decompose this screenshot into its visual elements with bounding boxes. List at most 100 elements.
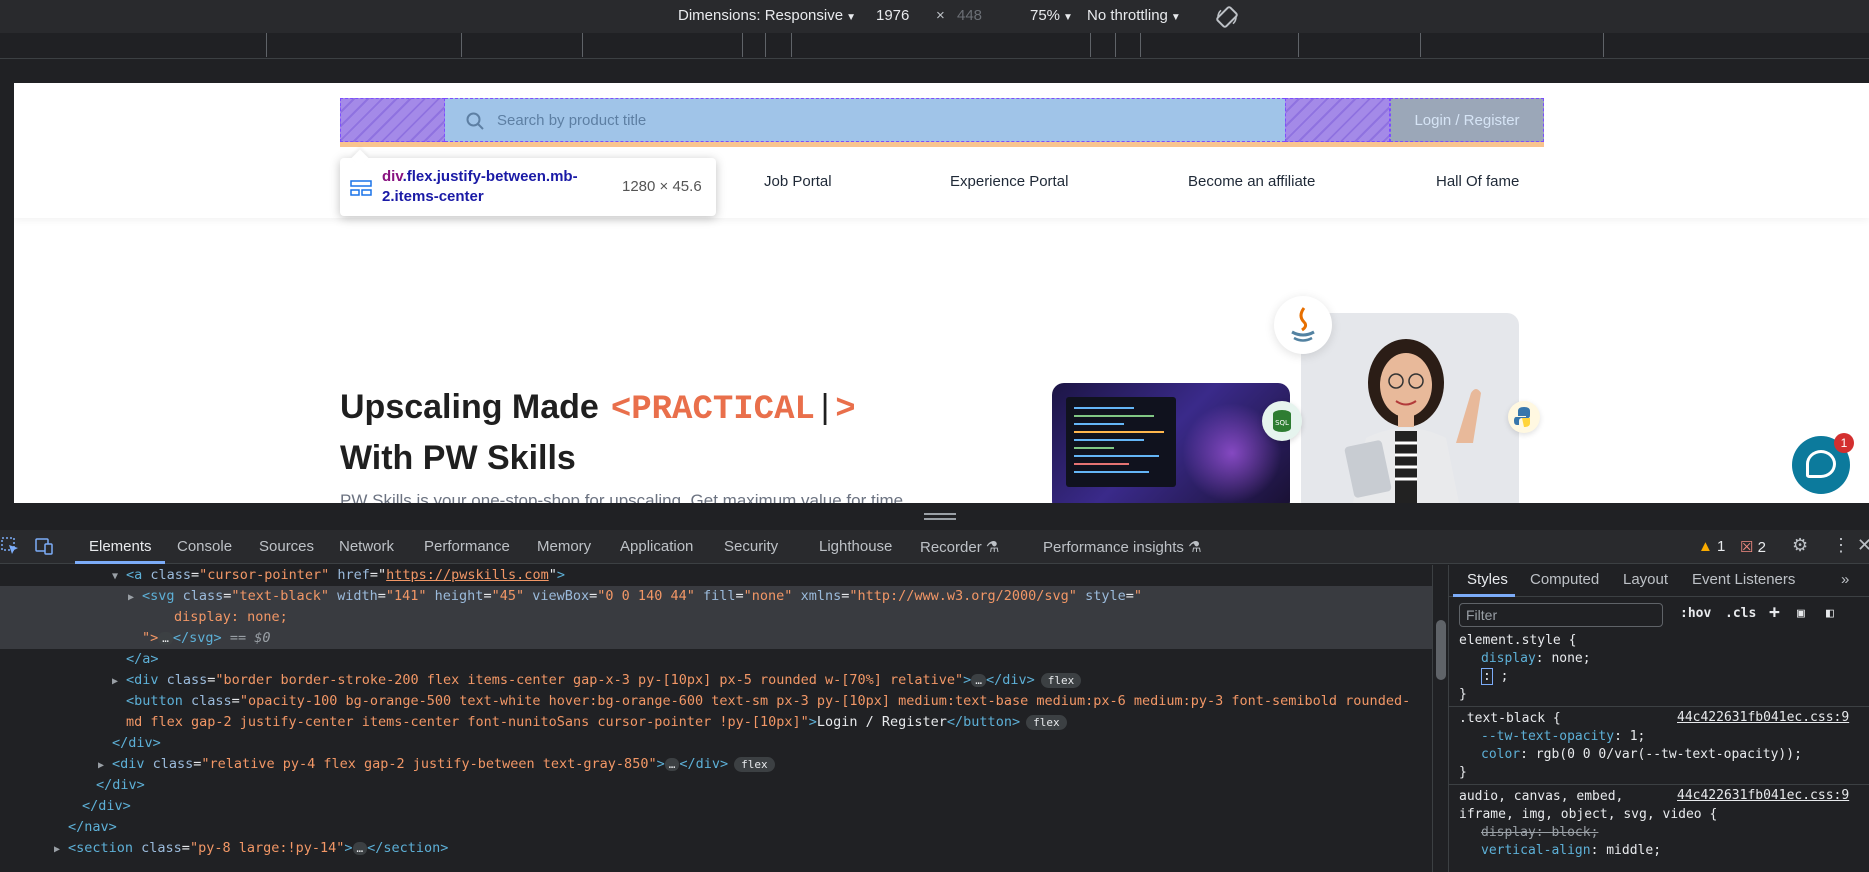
css-declaration[interactable]: --tw-text-opacity: 1; — [1459, 728, 1802, 746]
elements-scrollbar[interactable] — [1432, 565, 1448, 872]
tab-lighthouse[interactable]: Lighthouse — [819, 538, 892, 555]
zoom-dropdown[interactable]: 75% ▼ — [1030, 7, 1073, 24]
close-icon[interactable]: ✕ — [1857, 535, 1869, 556]
dom-node-div-close[interactable]: </div> — [96, 775, 145, 796]
inspect-element-icon[interactable] — [0, 536, 20, 556]
zoom-label: 75% — [1030, 7, 1061, 24]
attr-value: "http://www.w3.org/2000/svg" — [849, 588, 1077, 604]
ellipsis-button[interactable]: … — [664, 758, 680, 771]
tab-styles[interactable]: Styles — [1467, 571, 1508, 588]
tab-sources[interactable]: Sources — [259, 538, 314, 555]
css-declaration[interactable]: color: rgb(0 0 0/var(--tw-text-opacity))… — [1459, 746, 1802, 764]
tag: <div — [126, 672, 167, 688]
tab-layout[interactable]: Layout — [1623, 571, 1668, 588]
dom-node-nav-close[interactable]: </nav> — [68, 817, 117, 838]
login-register-button[interactable]: Login / Register — [1390, 98, 1544, 142]
dom-node-a-close[interactable]: </a> — [126, 649, 159, 670]
ellipsis-button[interactable]: … — [352, 842, 368, 855]
tab-elements[interactable]: Elements — [89, 538, 152, 555]
css-property-edit[interactable]: : — [1481, 668, 1493, 685]
attr-name: viewBox — [532, 588, 590, 604]
css-property: color — [1481, 747, 1521, 762]
warning-icon[interactable]: ▲ 1 — [1698, 538, 1725, 555]
css-declaration-editing[interactable]: : ; — [1459, 668, 1591, 686]
css-value: rgb(0 0 0/var(--tw-text-opacity)); — [1535, 747, 1802, 762]
flex-badge[interactable]: flex — [1040, 673, 1082, 688]
cls-button[interactable]: .cls — [1725, 606, 1756, 621]
dom-node-button-cont[interactable]: md flex gap-2 justify-center items-cente… — [126, 712, 1067, 733]
flex-badge[interactable]: flex — [734, 757, 775, 772]
nav-experience-portal[interactable]: Experience Portal — [950, 173, 1068, 190]
attr-value: "cursor-pointer" — [199, 567, 330, 583]
add-rule-icon[interactable]: + — [1769, 602, 1780, 623]
dom-node-div-close[interactable]: </div> — [82, 796, 131, 817]
attr-name: href — [337, 567, 370, 583]
dom-node-svg-close[interactable]: ">… </svg> == $0 — [0, 628, 1432, 649]
times-symbol: × — [936, 7, 945, 24]
throttling-dropdown[interactable]: No throttling ▼ — [1087, 7, 1181, 24]
search-bar[interactable]: Search by product title — [445, 98, 1285, 142]
device-toggle-icon[interactable] — [34, 536, 54, 556]
dom-node-svg-style[interactable]: display: none; — [0, 607, 1432, 628]
error-count: 2 — [1757, 539, 1766, 556]
attr-value: "none" — [743, 588, 793, 604]
elements-dom-tree[interactable]: ▼ <a class="cursor-pointer" href="https:/… — [0, 565, 1432, 872]
dimensions-dropdown[interactable]: Dimensions: Responsive ▼ — [678, 7, 856, 24]
css-source-link[interactable]: 44c422631fb041ec.css:9 — [1677, 710, 1849, 725]
styles-filter-input[interactable] — [1459, 603, 1663, 627]
tab-recorder[interactable]: Recorder ⚗ — [920, 538, 999, 556]
tab-performance-insights[interactable]: Performance insights ⚗ — [1043, 538, 1202, 556]
nav-job-portal[interactable]: Job Portal — [764, 173, 832, 190]
dom-node-div-border[interactable]: ▶ <div class="border border-stroke-200 fl… — [112, 670, 1082, 691]
sidebar-toggle-icon[interactable]: ◧ — [1826, 606, 1834, 621]
css-source-link[interactable]: 44c422631fb041ec.css:9 — [1677, 788, 1849, 803]
paint-icon[interactable]: ▣ — [1797, 606, 1805, 621]
href-link[interactable]: https://pwskills.com — [386, 567, 549, 583]
svg-text:SQL: SQL — [1275, 419, 1289, 427]
ellipsis-button[interactable]: … — [158, 632, 173, 645]
scrollbar-thumb[interactable] — [1436, 620, 1446, 680]
attr-name: class — [150, 567, 192, 583]
tab-network[interactable]: Network — [339, 538, 394, 555]
css-selector: element.style { — [1459, 633, 1577, 648]
error-icon[interactable]: ☒ 2 — [1740, 538, 1766, 556]
dom-node-div-close[interactable]: </div> — [112, 733, 161, 754]
tab-application[interactable]: Application — [620, 538, 693, 555]
css-rule-close: } — [1459, 765, 1467, 780]
css-value: block; — [1551, 825, 1599, 840]
more-options-icon[interactable]: ⋮ — [1832, 535, 1850, 556]
attr-value: "border border-stroke-200 flex items-cen… — [215, 672, 964, 688]
width-input[interactable]: 1976 — [876, 7, 909, 24]
css-declaration[interactable]: vertical-align: middle; — [1459, 842, 1717, 860]
tab-performance[interactable]: Performance — [424, 538, 510, 555]
ellipsis-button[interactable]: … — [971, 674, 986, 687]
attr-value: "0 0 140 44" — [597, 588, 695, 604]
inspect-tooltip: div.flex.justify-between.mb-2.items-cent… — [340, 149, 716, 216]
tab-memory[interactable]: Memory — [537, 538, 591, 555]
tab-security[interactable]: Security — [724, 538, 778, 555]
flex-badge[interactable]: flex — [1026, 715, 1067, 730]
coding-image — [1052, 383, 1290, 503]
hov-button[interactable]: :hov — [1680, 606, 1711, 621]
dom-node-a[interactable]: ▼ <a class="cursor-pointer" href="https:/… — [112, 565, 565, 586]
dom-node-div-relative[interactable]: ▶ <div class="relative py-4 flex gap-2 ju… — [98, 754, 775, 775]
tab-console[interactable]: Console — [177, 538, 232, 555]
tab-computed[interactable]: Computed — [1530, 571, 1599, 588]
dom-node-button[interactable]: <button class="opacity-100 bg-orange-500… — [126, 691, 1410, 712]
chevron-double-right-icon[interactable]: » — [1841, 571, 1849, 588]
nav-hall-of-fame[interactable]: Hall Of fame — [1436, 173, 1519, 190]
divider — [1449, 706, 1869, 707]
devtools-resizer[interactable] — [0, 503, 1869, 530]
sql-icon: SQL — [1262, 401, 1302, 441]
media-query-ruler — [0, 33, 1869, 59]
dom-node-svg-selected[interactable]: ▶ <svg class="text-black" width="141" hei… — [0, 586, 1432, 607]
css-declaration[interactable]: display: none; — [1459, 650, 1591, 668]
css-declaration-overridden[interactable]: display: block; — [1459, 824, 1717, 842]
rotate-icon[interactable] — [1215, 5, 1239, 33]
tab-event-listeners[interactable]: Event Listeners — [1692, 571, 1795, 588]
dom-node-section[interactable]: ▶ <section class="py-8 large:!py-14">… </s… — [54, 838, 448, 859]
css-value: ; — [1500, 669, 1509, 684]
height-input[interactable]: 448 — [957, 7, 982, 24]
gear-icon[interactable]: ⚙ — [1792, 535, 1808, 556]
nav-become-affiliate[interactable]: Become an affiliate — [1188, 173, 1315, 190]
